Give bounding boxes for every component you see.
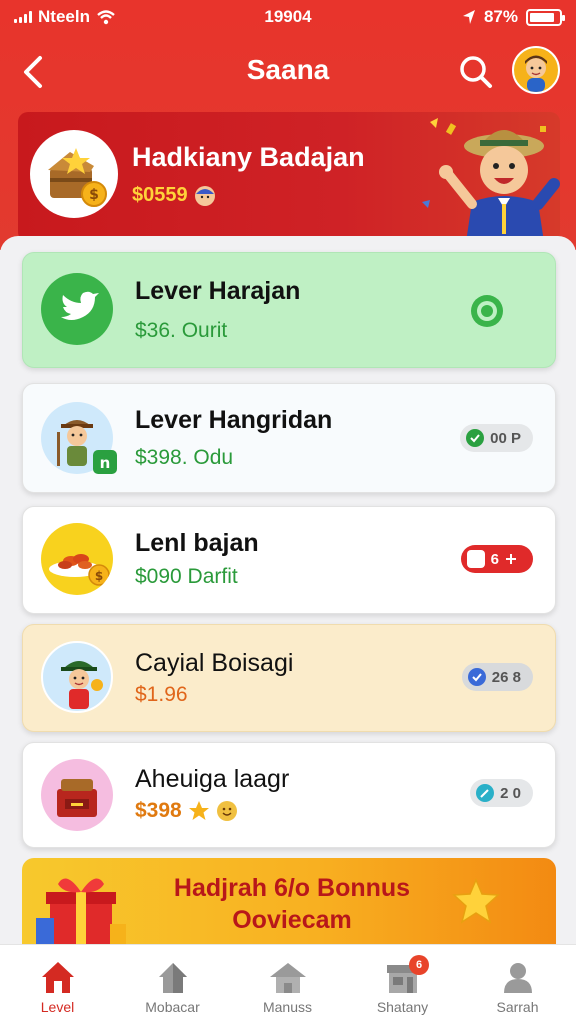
status-indicator[interactable] (469, 293, 505, 334)
action-pill[interactable]: 00 P (460, 424, 533, 452)
check-icon (467, 668, 486, 686)
item-subtitle: $398 (135, 799, 238, 823)
item-title: Aheuiga laagr (135, 765, 290, 793)
house-icon (270, 963, 306, 993)
search-icon (460, 56, 492, 88)
list-item[interactable]: Lever Harajan $36. Ourit (22, 252, 556, 368)
item-title: Lever Harajan (135, 277, 301, 305)
item-subtitle: $1.96 (135, 683, 188, 706)
nav-item-sarrah[interactable]: Sarrah (460, 945, 575, 1024)
gift-box-icon (36, 878, 126, 950)
avatar-icon (525, 55, 547, 92)
nav-item-mobacar[interactable]: Mobacar (115, 945, 230, 1024)
nav-label: Manuss (262, 999, 313, 1015)
back-button[interactable] (16, 50, 56, 94)
item-subtitle: $36. Ourit (135, 319, 228, 342)
app-header: Saana (0, 40, 576, 104)
adventurer-avatar-icon (41, 641, 113, 713)
star-icon (188, 801, 209, 820)
hero-banner[interactable]: $ Hadkiany Badajan $0559 (18, 112, 560, 242)
nav-label: Mobacar (145, 999, 200, 1015)
bonus-banner[interactable]: Hadjrah 6/o Bonnus Ooviecam (22, 858, 556, 950)
star-icon (452, 878, 500, 924)
square-badge-icon: n (93, 450, 117, 474)
treasure-chest-icon: $ (30, 130, 118, 218)
item-title: Cayial Boisagi (135, 649, 294, 677)
mascot-illustration (422, 118, 560, 242)
action-pill[interactable]: 26 8 (461, 663, 533, 691)
pill-label: 6 (490, 550, 499, 568)
home-icon (42, 962, 74, 993)
list-item[interactable]: n Lever Hangridan $398. Odu 00 P (22, 383, 556, 493)
nav-label: Shatany (376, 999, 429, 1015)
bonus-line-2: Ooviecam (232, 906, 352, 934)
battery-percent: 87% (483, 7, 518, 26)
status-bar: Nteeln 19904 87% (0, 0, 576, 36)
list-item[interactable]: Aheuiga laagr $398 2 0 (22, 742, 556, 848)
nav-label: Sarrah (496, 999, 539, 1015)
svg-text:n: n (100, 454, 111, 472)
pill-label: 2 0 (500, 784, 521, 802)
item-subtitle: $398. Odu (135, 446, 234, 469)
chevron-left-icon (24, 56, 42, 88)
hero-title: Hadkiany Badajan (132, 142, 365, 172)
svg-text:$: $ (95, 569, 103, 583)
action-pill[interactable]: 2 0 (470, 779, 533, 807)
item-title: Lenl bajan (135, 529, 259, 557)
smiley-badge-icon (216, 801, 237, 821)
plus-icon (506, 554, 516, 564)
item-subtitle-text: $398 (135, 799, 182, 822)
toolbox-icon (41, 759, 113, 831)
search-button[interactable] (456, 52, 496, 92)
ticket-icon (466, 550, 485, 568)
nav-item-shatany[interactable]: 6 Shatany (345, 945, 460, 1024)
bonus-text: Hadjrah 6/o Bonnus Ooviecam (122, 872, 462, 936)
pill-label: 00 P (490, 429, 521, 447)
home-outline-icon (159, 963, 187, 993)
user-icon (504, 963, 532, 993)
check-icon (466, 429, 485, 447)
target-icon (471, 295, 503, 327)
hero-amount-row: $0559 (132, 184, 216, 207)
battery-icon (526, 8, 565, 26)
hero-amount: $0559 (132, 184, 188, 206)
nav-item-level[interactable]: Level (0, 945, 115, 1024)
small-avatar-icon (194, 185, 215, 206)
nav-item-manuss[interactable]: Manuss (230, 945, 345, 1024)
edit-icon (476, 784, 495, 802)
bottom-nav: Level Mobacar Manuss 6 Shatany Sarrah (0, 944, 576, 1024)
nav-label: Level (40, 999, 75, 1015)
bird-icon (41, 273, 113, 345)
list-item[interactable]: Cayial Boisagi $1.96 26 8 (22, 624, 556, 732)
svg-text:$: $ (89, 187, 99, 203)
food-plate-icon: $ (41, 523, 113, 595)
pill-label: 26 8 (491, 668, 521, 686)
action-pill[interactable]: 6 (460, 545, 533, 573)
bonus-line-1: Hadjrah 6/o Bonnus (173, 874, 411, 902)
list-item[interactable]: $ Lenl bajan $090 Darfit 6 (22, 506, 556, 614)
item-title: Lever Hangridan (135, 406, 333, 434)
location-arrow-icon (462, 10, 475, 24)
notification-badge: 6 (409, 955, 429, 975)
profile-avatar[interactable] (512, 46, 560, 94)
item-subtitle: $090 Darfit (135, 565, 238, 588)
